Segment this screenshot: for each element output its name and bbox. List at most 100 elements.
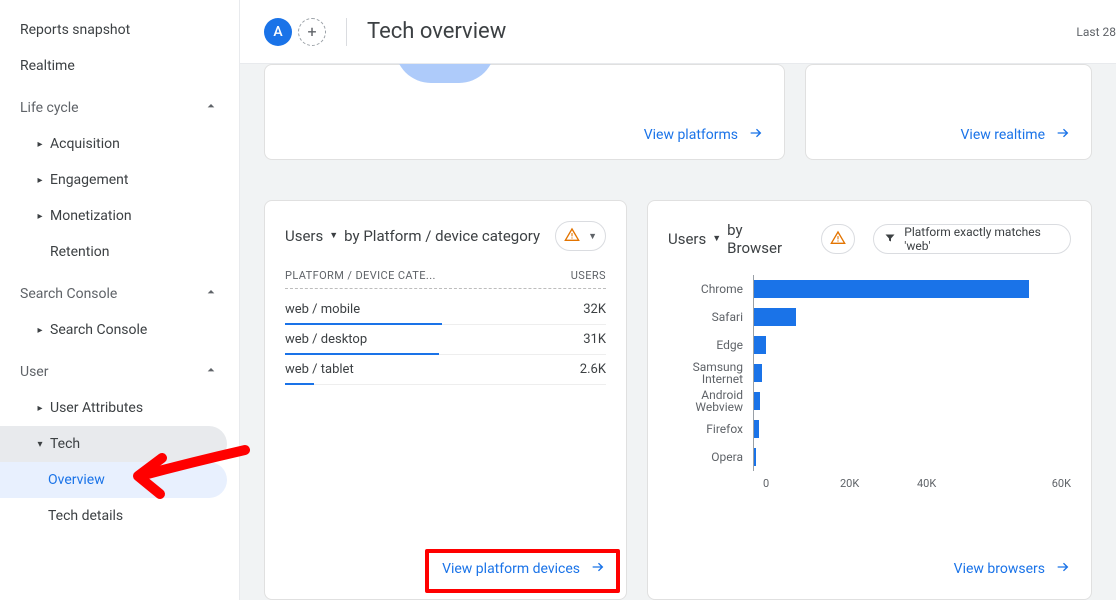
bar-row: Opera xyxy=(668,443,1071,471)
row-label: web / mobile xyxy=(285,302,360,317)
arrow-right-icon xyxy=(590,559,606,579)
chevron-up-icon xyxy=(203,98,219,118)
dropdown-icon[interactable]: ▼ xyxy=(712,233,721,244)
view-platforms-link[interactable]: View platforms xyxy=(644,125,764,145)
topbar: A + Tech overview Last 28 xyxy=(240,0,1116,64)
bar-row: Chrome xyxy=(668,275,1071,303)
sidebar-item-search-console[interactable]: ▸ Search Console xyxy=(0,312,239,348)
label: Life cycle xyxy=(20,100,79,116)
row-bar xyxy=(285,383,314,385)
sidebar-item-user-attributes[interactable]: ▸ User Attributes xyxy=(0,390,239,426)
label: View browsers xyxy=(954,561,1045,577)
plus-icon: + xyxy=(307,22,316,41)
caret-right-icon: ▸ xyxy=(34,175,46,186)
table-header: PLATFORM / DEVICE CATE... USERS xyxy=(285,269,606,289)
label: View platforms xyxy=(644,127,738,143)
label-strong: Users xyxy=(285,227,323,245)
bar-fill xyxy=(754,308,796,326)
caret-right-icon: ▸ xyxy=(34,139,46,150)
sidebar-item-acquisition[interactable]: ▸ Acquisition xyxy=(0,126,239,162)
row-label: web / tablet xyxy=(285,362,354,377)
chart-fragment xyxy=(395,64,495,83)
filter-pill[interactable]: Platform exactly matches 'web' xyxy=(873,224,1071,254)
bar-fill xyxy=(754,392,760,410)
label: Realtime xyxy=(20,58,75,74)
label: Retention xyxy=(50,244,110,260)
add-comparison-button[interactable]: + xyxy=(298,18,326,46)
filter-label: Platform exactly matches 'web' xyxy=(904,225,1060,253)
browser-bar-chart: Chrome Safari EdgeSamsungInternet AndroidWe… xyxy=(668,275,1071,471)
bar-track xyxy=(753,331,1071,359)
chevron-up-icon xyxy=(203,284,219,304)
bar-label: Opera xyxy=(668,451,753,463)
sidebar-item-monetization[interactable]: ▸ Monetization xyxy=(0,198,239,234)
warning-pill[interactable] xyxy=(821,224,855,254)
sidebar-item-realtime[interactable]: Realtime xyxy=(0,48,239,84)
date-range[interactable]: Last 28 xyxy=(1076,25,1116,39)
label: Search Console xyxy=(20,286,117,302)
table-row[interactable]: web / mobile 32K xyxy=(285,295,606,325)
view-realtime-link[interactable]: View realtime xyxy=(961,125,1071,145)
view-platform-devices-link[interactable]: View platform devices xyxy=(442,559,606,579)
caret-right-icon: ▸ xyxy=(34,325,46,336)
label-rest: by Platform / device category xyxy=(344,227,540,245)
sidebar-item-tech-details[interactable]: Tech details xyxy=(0,498,239,534)
bar-row: Safari xyxy=(668,303,1071,331)
view-browsers-link[interactable]: View browsers xyxy=(954,559,1071,579)
caret-down-icon: ▾ xyxy=(34,439,46,450)
axis-tick: 60K xyxy=(994,477,1071,490)
label: User xyxy=(20,364,48,380)
bar-track xyxy=(753,443,1071,471)
axis-tick: 0 xyxy=(763,477,840,490)
row-label: web / desktop xyxy=(285,332,367,347)
bar-track xyxy=(753,415,1071,443)
table-row[interactable]: web / desktop 31K xyxy=(285,325,606,355)
platforms-summary-card: View platforms xyxy=(264,64,785,160)
bar-fill xyxy=(754,364,762,382)
row-value: 32K xyxy=(583,302,606,317)
sidebar-section-search-console[interactable]: Search Console xyxy=(0,276,239,312)
bar-track xyxy=(753,275,1071,303)
sidebar-item-engagement[interactable]: ▸ Engagement xyxy=(0,162,239,198)
label: Tech xyxy=(50,436,80,452)
table-row[interactable]: web / tablet 2.6K xyxy=(285,355,606,385)
sidebar-item-tech[interactable]: ▾ Tech xyxy=(0,426,227,462)
caret-right-icon: ▸ xyxy=(34,403,46,414)
bar-row: Edge xyxy=(668,331,1071,359)
bar-row: SamsungInternet xyxy=(668,359,1071,387)
bar-label: Chrome xyxy=(668,283,753,295)
warning-pill[interactable]: ▼ xyxy=(555,221,606,251)
bar-fill xyxy=(754,336,766,354)
label: Tech details xyxy=(48,508,123,524)
sidebar-item-retention[interactable]: ▸ Retention xyxy=(0,234,239,270)
bar-label: Safari xyxy=(668,311,753,323)
axis-tick: 40K xyxy=(917,477,994,490)
arrow-right-icon xyxy=(1055,559,1071,579)
realtime-summary-card: View realtime xyxy=(805,64,1092,160)
caret-right-icon: ▸ xyxy=(34,211,46,222)
sidebar-item-reports-snapshot[interactable]: Reports snapshot xyxy=(0,12,239,48)
sidebar-section-life-cycle[interactable]: Life cycle xyxy=(0,90,239,126)
label: Search Console xyxy=(50,322,147,338)
dropdown-icon: ▼ xyxy=(588,231,597,242)
avatar[interactable]: A xyxy=(264,18,292,46)
divider xyxy=(346,18,347,46)
page-title: Tech overview xyxy=(367,19,506,44)
bar-label: AndroidWebview xyxy=(668,389,753,413)
arrow-right-icon xyxy=(748,125,764,145)
row-value: 31K xyxy=(583,332,606,347)
axis-tick: 20K xyxy=(840,477,917,490)
row-value: 2.6K xyxy=(580,362,606,377)
label: Reports snapshot xyxy=(20,22,130,38)
card-title: Users ▼ by Platform / device category ▼ xyxy=(285,221,606,251)
bar-track xyxy=(753,387,1071,415)
warning-icon xyxy=(564,227,580,246)
bar-label: SamsungInternet xyxy=(668,361,753,385)
sidebar-item-tech-overview[interactable]: Overview xyxy=(0,462,227,498)
arrow-right-icon xyxy=(1055,125,1071,145)
dropdown-icon[interactable]: ▼ xyxy=(329,230,338,241)
main: A + Tech overview Last 28 View platforms xyxy=(240,0,1116,600)
platform-device-card: Users ▼ by Platform / device category ▼ P… xyxy=(264,200,627,600)
bar-fill xyxy=(754,420,759,438)
sidebar-section-user[interactable]: User xyxy=(0,354,239,390)
